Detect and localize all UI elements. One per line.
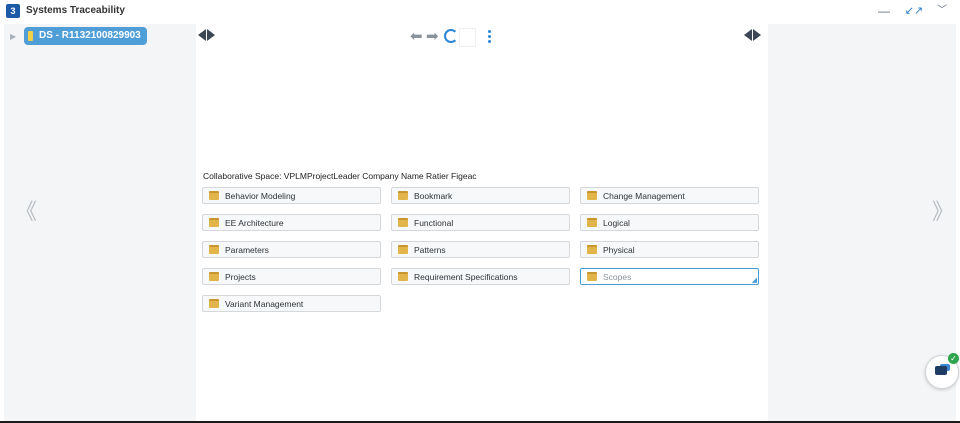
tree-root-label: DS - R1132100829903	[39, 30, 141, 41]
folder-icon	[398, 218, 408, 227]
tree-expand-icon[interactable]: ▶	[10, 32, 16, 41]
folder-grid: Behavior Modeling Bookmark Change Manage…	[202, 187, 762, 317]
arrow-left-icon[interactable]: ⬅	[410, 27, 423, 45]
refresh-icon[interactable]	[444, 29, 458, 43]
folder-ee-architecture[interactable]: EE Architecture	[202, 214, 381, 231]
folder-behavior-modeling[interactable]: Behavior Modeling	[202, 187, 381, 204]
title-bar: 3 Systems Traceability — ↙↗ ﹀	[0, 0, 960, 24]
3ds-logo-icon: 3	[6, 4, 20, 18]
more-vertical-icon[interactable]	[488, 30, 491, 43]
collaborative-space-label: Collaborative Space: VPLMProjectLeader C…	[203, 171, 477, 181]
folder-change-management[interactable]: Change Management	[580, 187, 759, 204]
folder-logical[interactable]: Logical	[580, 214, 759, 231]
folder-bookmark[interactable]: Bookmark	[391, 187, 570, 204]
collapse-icon[interactable]: ↙↗	[904, 2, 924, 20]
folder-physical[interactable]: Physical	[580, 241, 759, 258]
folder-icon	[398, 272, 408, 281]
minimize-icon[interactable]: —	[874, 2, 894, 20]
toolbar-spacer	[459, 28, 476, 47]
folder-icon	[587, 272, 597, 281]
chat-icon	[935, 366, 947, 375]
resize-handle-icon: ◢	[751, 277, 757, 284]
toggle-right-panel-icon[interactable]	[744, 29, 766, 43]
folder-icon	[398, 245, 408, 254]
check-badge-icon: ✓	[948, 353, 959, 364]
toolbar: ⬅ ➡	[196, 24, 768, 50]
previous-page-icon[interactable]: 《	[15, 194, 37, 226]
folder-icon	[587, 218, 597, 227]
folder-icon	[587, 191, 597, 200]
folder-variant-management[interactable]: Variant Management	[202, 295, 381, 312]
folder-icon	[587, 245, 597, 254]
bookmark-icon	[28, 31, 33, 41]
folder-requirement-specifications[interactable]: Requirement Specifications	[391, 268, 570, 285]
folder-icon	[398, 191, 408, 200]
chevron-down-icon[interactable]: ﹀	[932, 2, 952, 20]
folder-parameters[interactable]: Parameters	[202, 241, 381, 258]
arrow-right-icon[interactable]: ➡	[426, 27, 439, 45]
folder-icon	[209, 272, 219, 281]
folder-patterns[interactable]: Patterns	[391, 241, 570, 258]
app-title: Systems Traceability	[26, 5, 125, 16]
next-page-icon[interactable]: 》	[932, 194, 954, 226]
folder-scopes[interactable]: Scopes ◢	[580, 268, 759, 285]
folder-projects[interactable]: Projects	[202, 268, 381, 285]
folder-icon	[209, 245, 219, 254]
folder-functional[interactable]: Functional	[391, 214, 570, 231]
folder-icon	[209, 299, 219, 308]
chat-button[interactable]: ✓	[925, 353, 959, 389]
tree-root-node[interactable]: DS - R1132100829903	[24, 27, 147, 45]
folder-icon	[209, 191, 219, 200]
toggle-left-panel-icon[interactable]	[198, 29, 220, 43]
folder-icon	[209, 218, 219, 227]
